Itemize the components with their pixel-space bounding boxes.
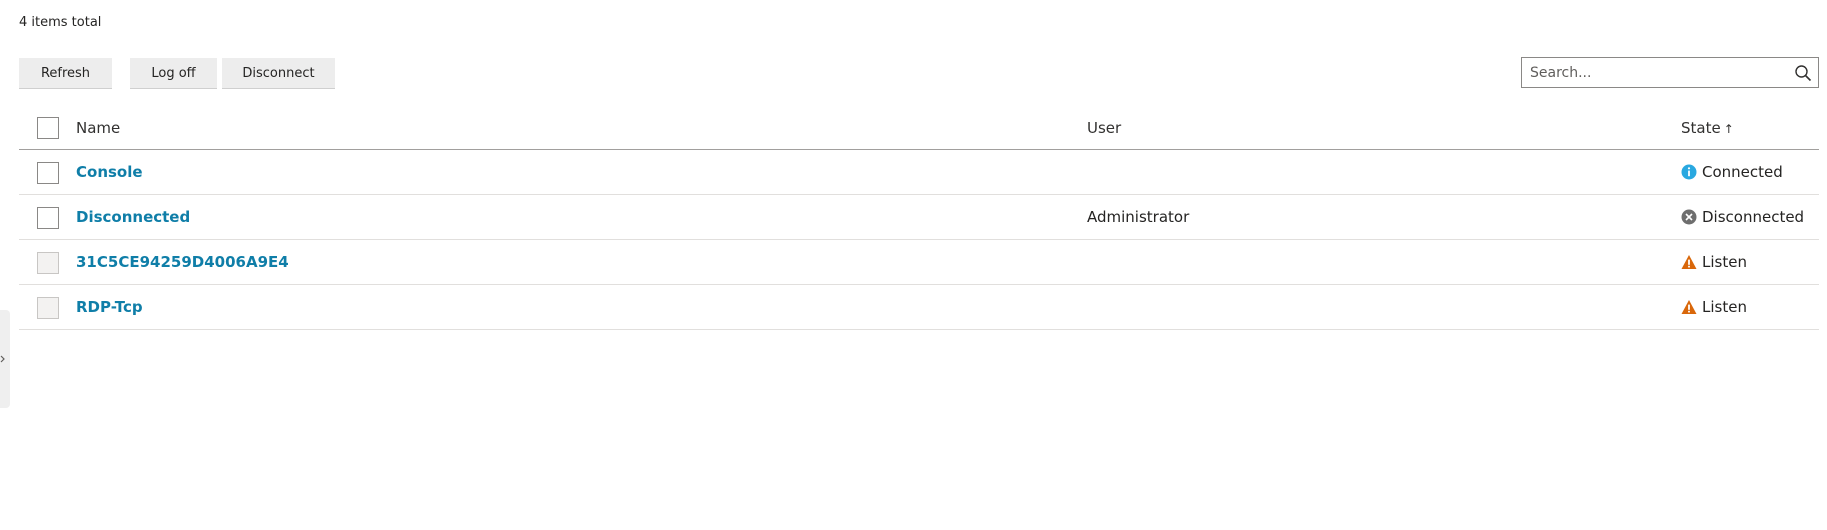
session-name-link[interactable]: Disconnected <box>76 208 190 226</box>
session-state: Disconnected <box>1681 195 1804 240</box>
row-checkbox[interactable] <box>37 207 59 229</box>
search-icon[interactable] <box>1794 64 1812 82</box>
session-state-label: Listen <box>1702 298 1747 316</box>
session-state: Listen <box>1681 240 1747 285</box>
column-header-state[interactable]: State ↑ <box>1681 106 1734 151</box>
row-checkbox <box>37 297 59 319</box>
row-checkbox[interactable] <box>37 162 59 184</box>
table-row[interactable]: Console Connected <box>19 150 1819 195</box>
search-box <box>1521 57 1819 88</box>
table-row[interactable]: Disconnected Administrator Disconnected <box>19 195 1819 240</box>
error-circle-icon <box>1681 209 1697 225</box>
session-state-label: Listen <box>1702 253 1747 271</box>
session-name-link[interactable]: Console <box>76 163 143 181</box>
column-header-state-label: State <box>1681 119 1721 137</box>
info-icon <box>1681 164 1697 180</box>
session-name-link[interactable]: 31C5CE94259D4006A9E4 <box>76 253 289 271</box>
sort-ascending-icon: ↑ <box>1723 122 1734 136</box>
sessions-table: Name User State ↑ Console Connected Disco… <box>19 106 1819 330</box>
search-input[interactable] <box>1522 58 1784 87</box>
item-count: 4 items total <box>19 15 102 30</box>
table-header-row: Name User State ↑ <box>19 106 1819 150</box>
session-state: Listen <box>1681 285 1747 330</box>
session-state: Connected <box>1681 150 1783 195</box>
log-off-button[interactable]: Log off <box>130 58 217 89</box>
table-row[interactable]: RDP-Tcp Listen <box>19 285 1819 330</box>
disconnect-button[interactable]: Disconnect <box>222 58 335 89</box>
select-all-checkbox[interactable] <box>37 117 59 139</box>
refresh-button[interactable]: Refresh <box>19 58 112 89</box>
chevron-right-icon <box>0 355 5 363</box>
session-user: Administrator <box>1087 208 1190 226</box>
column-header-name[interactable]: Name <box>76 106 120 150</box>
side-panel-toggle[interactable] <box>0 310 10 408</box>
warning-icon <box>1681 300 1697 314</box>
row-checkbox <box>37 252 59 274</box>
column-header-user[interactable]: User <box>1087 106 1121 150</box>
table-row[interactable]: 31C5CE94259D4006A9E4 Listen <box>19 240 1819 285</box>
session-name-link[interactable]: RDP-Tcp <box>76 298 143 316</box>
session-state-label: Disconnected <box>1702 208 1805 226</box>
warning-icon <box>1681 255 1697 269</box>
session-state-label: Connected <box>1702 163 1783 181</box>
sessions-page: 4 items total Refresh Log off Disconnect… <box>0 0 1827 530</box>
